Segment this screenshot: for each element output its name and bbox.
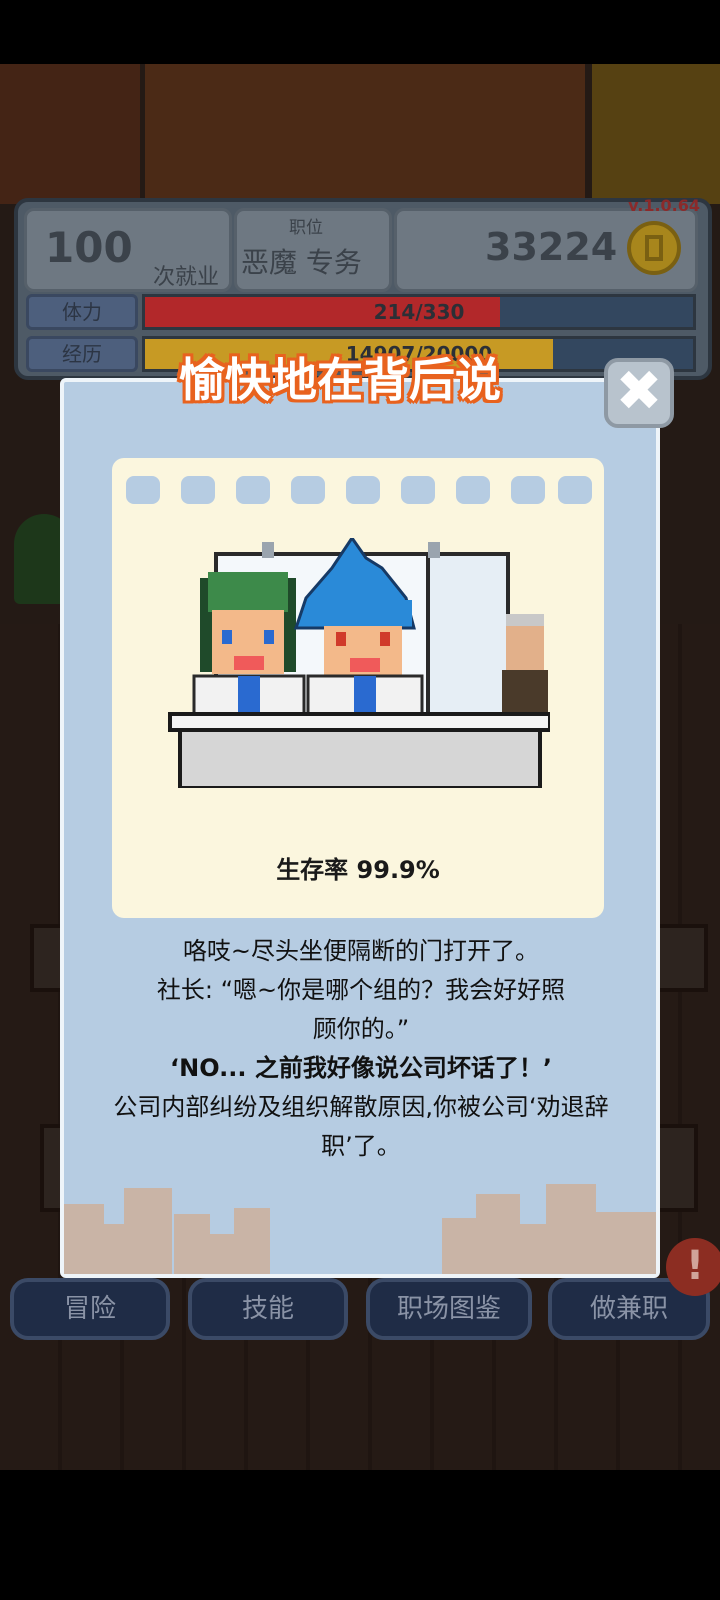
notebook-hole: [181, 476, 215, 504]
stamina-label: 体力: [26, 294, 138, 330]
nav-workplace-guide-button[interactable]: 职场图鉴: [366, 1278, 532, 1340]
stamina-value: 214/330: [373, 300, 465, 324]
notebook-hole: [511, 476, 545, 504]
notebook-hole: [236, 476, 270, 504]
job-count: 100: [45, 223, 133, 272]
job-count-unit: 次就业: [153, 265, 220, 290]
navigation-bar-area: [0, 1470, 720, 1600]
notebook-hole: [346, 476, 380, 504]
notebook-hole: [401, 476, 435, 504]
notebook-hole: [126, 476, 160, 504]
notebook-hole: [456, 476, 490, 504]
position-panel: 职位 恶魔 专务: [234, 208, 392, 292]
nav-skills-button[interactable]: 技能: [188, 1278, 348, 1340]
story-line: ‘NO... 之前我好像说公司坏话了！’: [170, 1054, 552, 1082]
close-button[interactable]: ✖: [604, 358, 674, 428]
money-amount: 33224: [485, 225, 618, 269]
alert-icon[interactable]: !: [666, 1238, 720, 1296]
coin-icon: [627, 221, 681, 275]
event-story-text: 咯吱~尽头坐便隔断的门打开了。 社长: “嗯~你是哪个组的？我会好好照顾你的。”…: [76, 932, 646, 1166]
story-line: 咯吱~尽头坐便隔断的门打开了。: [182, 937, 540, 965]
nav-adventure-button[interactable]: 冒险: [10, 1278, 170, 1340]
event-notebook: 生存率 99.9%: [112, 458, 604, 918]
notebook-hole: [558, 476, 592, 504]
story-line: 社长: “嗯~你是哪个组的？我会好好照顾你的。”: [156, 976, 566, 1043]
status-bar-area: [0, 0, 720, 64]
survival-rate: 生存率 99.9%: [276, 856, 440, 884]
story-line: 公司内部纠纷及组织解散原因,你被公司‘劝退辞职’了。: [113, 1093, 609, 1160]
money-panel: 33224: [394, 208, 698, 292]
notebook-hole: [291, 476, 325, 504]
job-count-panel: 100 次就业: [24, 208, 232, 292]
boss-character: [502, 614, 548, 720]
city-skyline-decoration: [64, 1184, 656, 1274]
event-illustration: [168, 538, 550, 788]
close-icon: ✖: [615, 359, 663, 424]
event-title: 愉快地在背后说: [179, 353, 501, 407]
version-label: v.1.0.64: [628, 196, 700, 215]
green-hair-character: [192, 572, 306, 716]
event-dialog: 生存率 99.9% 咯吱~尽头坐便隔断的门打开了。 社长: “嗯~你是哪个组的？…: [60, 378, 660, 1278]
position-value: 恶魔 专务: [241, 246, 362, 279]
position-label: 职位: [289, 218, 323, 238]
stamina-bar: 214/330: [142, 294, 696, 330]
